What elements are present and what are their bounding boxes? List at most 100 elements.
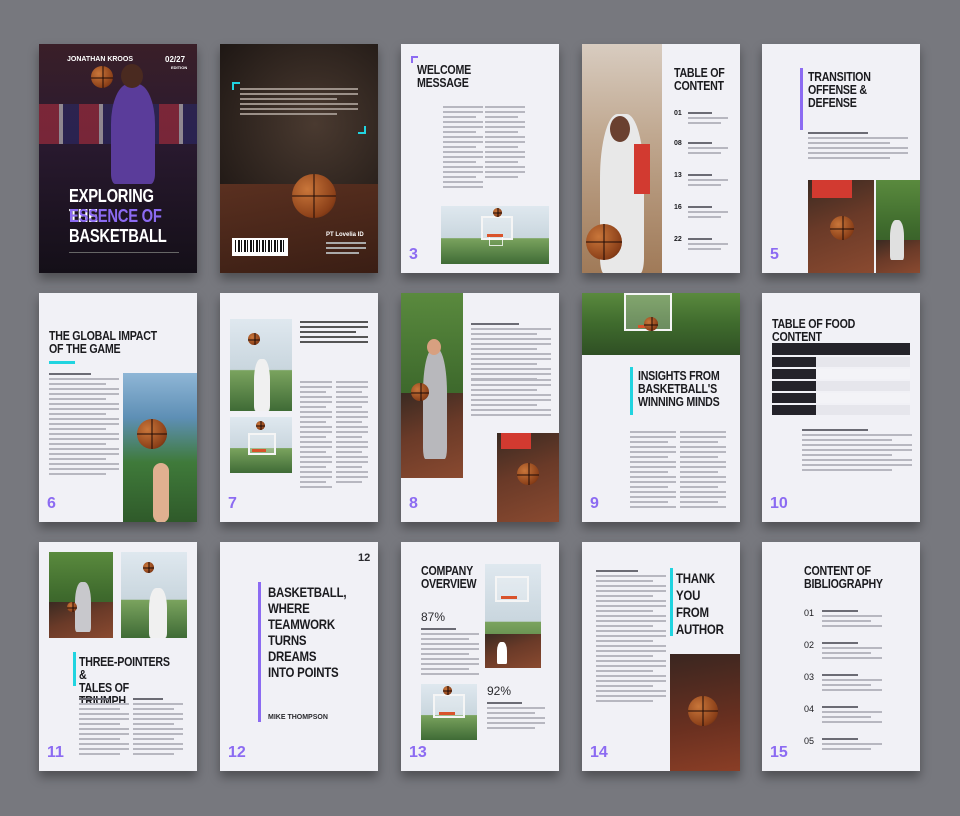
lead-text <box>300 321 368 346</box>
accent-bar <box>670 568 673 636</box>
accent-bar <box>73 652 76 686</box>
page-number: 13 <box>409 744 427 761</box>
accent-bar <box>258 582 261 722</box>
page-title: CONTENT OF BIBLIOGRAPHY <box>804 563 883 591</box>
quote-mark-right-v <box>364 126 366 134</box>
hoop-photo <box>230 417 292 473</box>
page-8[interactable]: 8 <box>401 293 559 522</box>
text-column-1 <box>79 698 129 758</box>
top-page-number: 12 <box>358 552 371 564</box>
page-number: 8 <box>409 495 418 512</box>
accent-bar <box>800 68 803 130</box>
basketball <box>292 174 336 218</box>
cover-issue: 02/27 <box>165 55 186 64</box>
bib-item-05[interactable]: 05 <box>804 736 814 746</box>
page-welcome[interactable]: WELCOME MESSAGE 3 <box>401 44 559 273</box>
page-7[interactable]: 7 <box>220 293 378 522</box>
page-food-table[interactable]: TABLE OF FOOD CONTENT 10 <box>762 293 920 522</box>
brochure-pages-grid: JONATHAN KROOS 02/27 EDITION EXPLORING T… <box>0 0 960 816</box>
food-table <box>772 343 910 415</box>
ball-court-photo <box>670 654 740 771</box>
bib-item-01[interactable]: 01 <box>804 608 814 618</box>
quote-text <box>240 88 358 118</box>
player-figure <box>111 84 155 184</box>
stat-2-text <box>487 702 545 732</box>
back-cover-page[interactable]: PT Lovelia ID <box>220 44 378 273</box>
page-number: 15 <box>770 744 788 761</box>
toc-item-13[interactable]: 13 <box>674 172 688 179</box>
toc-item-01[interactable]: 01 <box>674 110 688 117</box>
cover-title-line2: ESSENCE OF <box>69 206 162 226</box>
page-bibliography[interactable]: CONTENT OF BIBLIOGRAPHY 01 02 03 04 05 1… <box>762 542 920 771</box>
page-number: 11 <box>47 744 64 761</box>
text-column-1 <box>300 381 332 491</box>
page-number: 3 <box>409 246 418 263</box>
text-column-1 <box>443 106 483 191</box>
player-photo-2 <box>121 552 187 638</box>
body-text <box>596 570 666 705</box>
jump-shot-photo <box>230 319 292 411</box>
toc-item-16[interactable]: 16 <box>674 204 688 211</box>
hoop-tree-photo <box>582 293 740 355</box>
page-global-impact[interactable]: THE GLOBAL IMPACT OF THE GAME 6 <box>39 293 197 522</box>
quote-title: BASKETBALL, WHERE TEAMWORK TURNS DREAMS … <box>268 584 347 680</box>
publisher-name: PT Lovelia ID <box>326 232 364 238</box>
text-column-2 <box>485 106 525 181</box>
text-column <box>49 373 119 478</box>
player-head <box>121 64 143 88</box>
accent-underline <box>49 361 75 364</box>
hand-ball-photo <box>123 373 197 522</box>
quote-mark-left-v <box>232 82 234 90</box>
barcode <box>232 238 288 256</box>
page-table-of-content[interactable]: TABLE OF CONTENT 01 08 13 16 22 <box>582 44 740 273</box>
cover-author: JONATHAN KROOS <box>67 56 133 63</box>
text-column-1 <box>630 431 676 511</box>
page-title: TABLE OF FOOD CONTENT <box>772 316 856 344</box>
body-text-top <box>471 323 551 383</box>
page-transition-offense-defense[interactable]: TRANSITION OFFENSE & DEFENSE 5 <box>762 44 920 273</box>
text-column-2 <box>680 431 726 511</box>
player-photo <box>876 180 920 273</box>
page-title: TRANSITION OFFENSE & DEFENSE <box>808 69 871 110</box>
cover-page[interactable]: JONATHAN KROOS 02/27 EDITION EXPLORING T… <box>39 44 197 273</box>
page-company-overview[interactable]: COMPANY OVERVIEW 87% 92% 13 <box>401 542 559 771</box>
player-photo <box>401 293 463 478</box>
bib-item-02[interactable]: 02 <box>804 640 814 650</box>
basketball <box>91 66 113 88</box>
page-title: THE GLOBAL IMPACT OF THE GAME <box>49 328 157 356</box>
text-column-2 <box>133 698 183 758</box>
page-title: INSIGHTS FROM BASKETBALL'S WINNING MINDS <box>638 368 720 409</box>
page-insights[interactable]: INSIGHTS FROM BASKETBALL'S WINNING MINDS… <box>582 293 740 522</box>
page-title: COMPANY OVERVIEW <box>421 563 477 591</box>
cover-divider <box>69 252 179 253</box>
bib-item-03[interactable]: 03 <box>804 672 814 682</box>
page-number: 9 <box>590 495 599 512</box>
page-quote[interactable]: 12 BASKETBALL, WHERE TEAMWORK TURNS DREA… <box>220 542 378 771</box>
page-number: 6 <box>47 495 56 512</box>
dribble-photo <box>808 180 874 273</box>
page-number: 7 <box>228 495 237 512</box>
cover-title-line3: BASKETBALL <box>69 226 167 246</box>
stat-1-text <box>421 628 479 678</box>
body-text-bottom <box>471 379 551 419</box>
publisher-contact <box>326 242 366 257</box>
accent-corner-v <box>411 56 413 63</box>
bib-item-04[interactable]: 04 <box>804 704 814 714</box>
hoop-photo <box>421 684 477 740</box>
page-three-pointers[interactable]: THREE-POINTERS & TALES OF TRIUMPH 11 <box>39 542 197 771</box>
dribble-photo <box>497 433 559 522</box>
page-title: WELCOME MESSAGE <box>417 62 471 90</box>
toc-item-08[interactable]: 08 <box>674 140 688 147</box>
toc-item-22[interactable]: 22 <box>674 236 688 243</box>
player-photo-1 <box>49 552 113 638</box>
cover-edition: EDITION <box>171 65 188 70</box>
page-title: THANK YOU FROM AUTHOR <box>676 570 724 637</box>
page-number: 12 <box>228 744 246 761</box>
page-thank-you[interactable]: THANK YOU FROM AUTHOR 14 <box>582 542 740 771</box>
player-photo <box>582 44 662 273</box>
body-text <box>808 132 908 162</box>
page-title: TABLE OF CONTENT <box>674 65 725 93</box>
page-number: 5 <box>770 246 779 263</box>
quote-author: MIKE THOMPSON <box>268 714 328 721</box>
page-number: 14 <box>590 744 608 761</box>
